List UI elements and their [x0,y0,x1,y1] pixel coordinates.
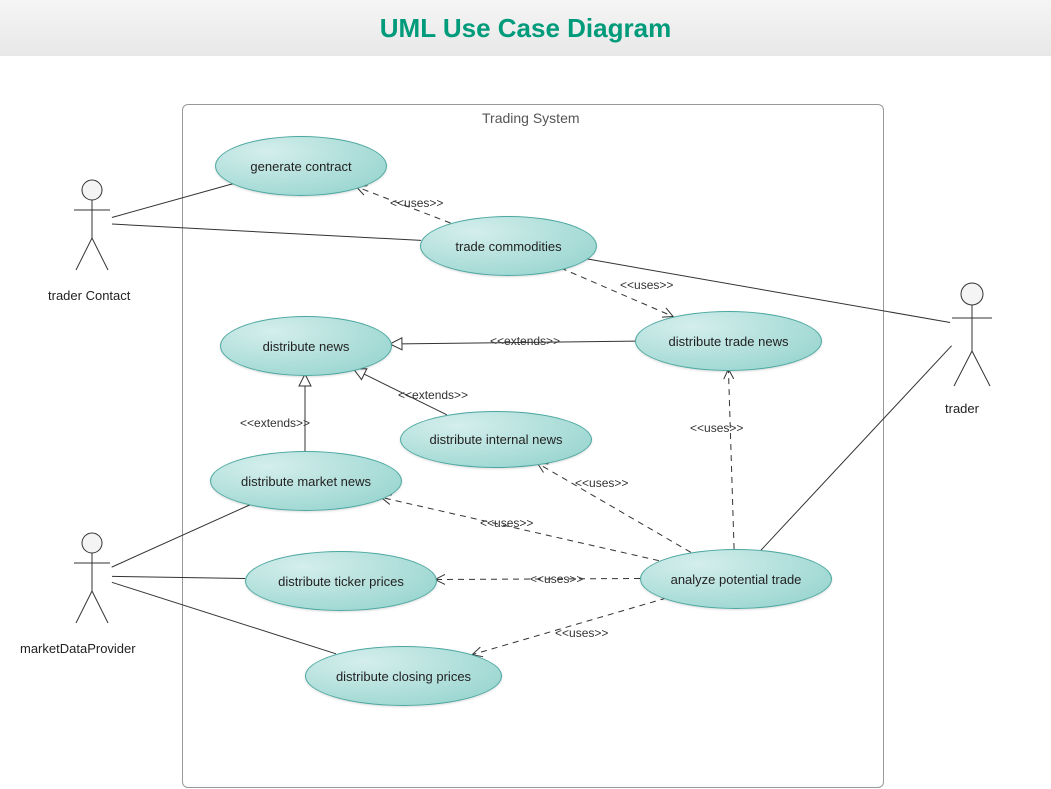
actor-icon [72,531,112,626]
relationship-label: <<uses>> [390,196,443,210]
usecase-label: distribute ticker prices [278,574,404,589]
usecase-distribute-trade-news: distribute trade news [635,311,822,371]
usecase-label: distribute closing prices [336,669,471,684]
usecase-analyze-potential-trade: analyze potential trade [640,549,832,609]
page-title: UML Use Case Diagram [380,13,671,44]
usecase-label: distribute news [263,339,350,354]
usecase-label: trade commodities [455,239,561,254]
usecase-distribute-closing-prices: distribute closing prices [305,646,502,706]
relationship-label: <<uses>> [530,572,583,586]
relationship-label: <<uses>> [690,421,743,435]
relationship-label: <<uses>> [575,476,628,490]
relationship-label: <<extends>> [490,334,560,348]
relationship-label: <<extends>> [398,388,468,402]
actor-trader-contact [72,178,112,273]
actor-label: trader [945,401,979,416]
actor-icon [72,178,112,273]
header: UML Use Case Diagram [0,0,1051,56]
diagram-canvas: Trading System generate contract trade c… [0,56,1051,789]
usecase-generate-contract: generate contract [215,136,387,196]
usecase-distribute-ticker-prices: distribute ticker prices [245,551,437,611]
system-title: Trading System [482,110,580,126]
actor-trader [950,281,994,391]
usecase-label: generate contract [250,159,351,174]
usecase-trade-commodities: trade commodities [420,216,597,276]
actor-icon [950,281,994,391]
relationship-label: <<uses>> [555,626,608,640]
usecase-label: distribute internal news [430,432,563,447]
usecase-label: analyze potential trade [671,572,802,587]
usecase-label: distribute trade news [669,334,789,349]
usecase-distribute-market-news: distribute market news [210,451,402,511]
actor-label: trader Contact [48,288,130,303]
relationship-label: <<uses>> [620,278,673,292]
usecase-distribute-internal-news: distribute internal news [400,411,592,468]
relationship-label: <<extends>> [240,416,310,430]
actor-market-data-provider [72,531,112,626]
actor-label: marketDataProvider [20,641,136,656]
relationship-label: <<uses>> [480,516,533,530]
usecase-distribute-news: distribute news [220,316,392,376]
usecase-label: distribute market news [241,474,371,489]
